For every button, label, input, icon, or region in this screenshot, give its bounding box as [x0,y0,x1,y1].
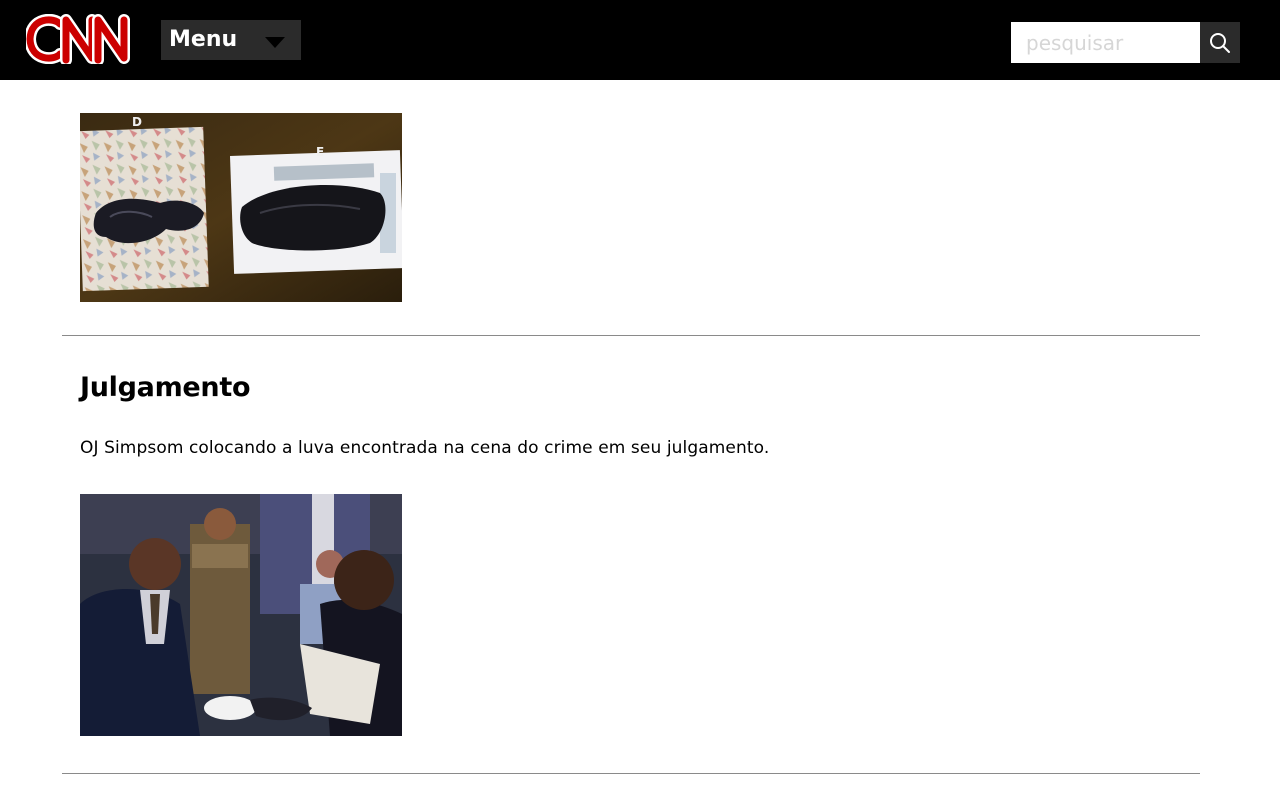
search-icon [1210,33,1230,53]
courtroom-photo [80,494,402,736]
menu-button[interactable]: Menu [161,20,301,60]
evidence-gloves-photo: D E [80,113,402,302]
section-title: Julgamento [80,372,251,403]
section-divider [62,773,1200,774]
marker-e-label: E [316,145,324,159]
caret-down-icon [265,37,285,48]
search-input[interactable] [1011,22,1200,63]
section-description: OJ Simpsom colocando a luva encontrada n… [80,438,770,458]
menu-label: Menu [169,27,238,52]
search-button[interactable] [1200,22,1240,63]
marker-d-label: D [132,115,142,129]
cnn-logo[interactable] [24,13,134,66]
cnn-logo-mark [24,13,130,66]
top-navigation-bar: Menu [0,0,1280,80]
section-divider [62,335,1200,336]
